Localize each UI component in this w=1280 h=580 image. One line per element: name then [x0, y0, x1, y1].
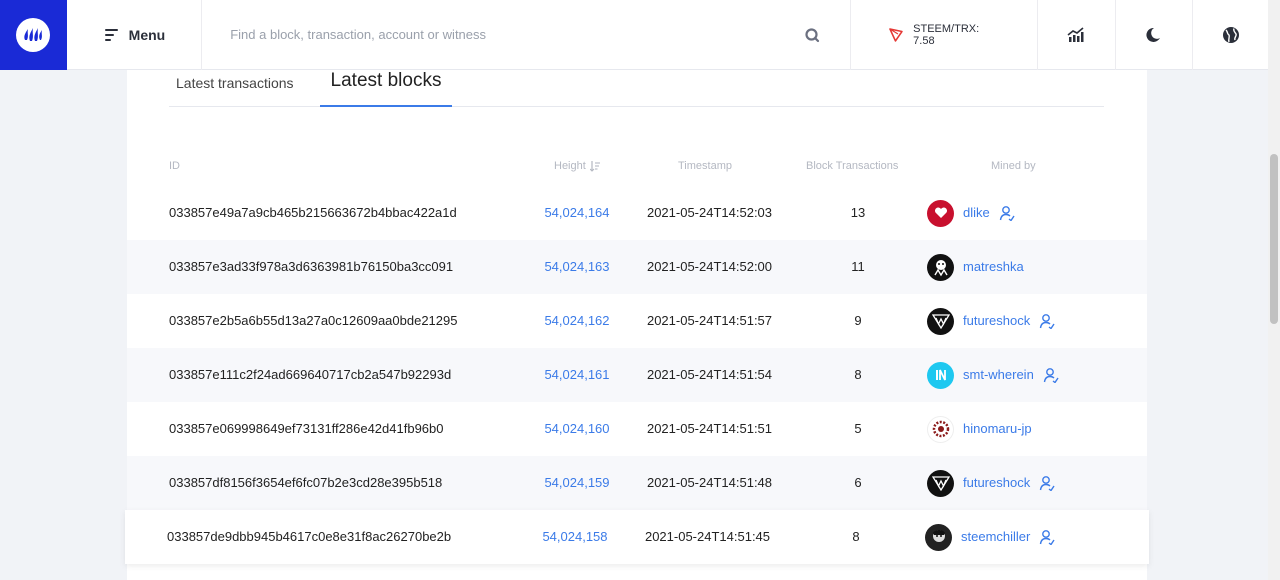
scrollbar-thumb[interactable]: [1270, 154, 1278, 324]
miner-link[interactable]: hinomaru-jp: [963, 402, 1032, 456]
menu-label: Menu: [128, 26, 166, 43]
avatar[interactable]: [927, 199, 954, 227]
avatar[interactable]: [927, 253, 954, 281]
tab-latest-blocks[interactable]: Latest blocks: [320, 70, 452, 107]
avatar[interactable]: [927, 469, 954, 497]
scrollbar[interactable]: [1268, 0, 1280, 580]
block-height-link[interactable]: 54,024,159: [527, 456, 627, 510]
block-height-link[interactable]: 54,024,161: [527, 348, 627, 402]
block-timestamp: 2021-05-24T14:51:51: [646, 421, 773, 436]
block-timestamp: 2021-05-24T14:51:48: [646, 475, 773, 490]
price-label: STEEM/TRX: 7.58: [913, 22, 980, 47]
block-id: 033857df8156f3654ef6fc07b2e3cd28e395b518: [169, 475, 443, 490]
steem-logo[interactable]: [0, 0, 67, 70]
language-button[interactable]: [1193, 0, 1268, 70]
tron-icon: [889, 27, 903, 42]
miner-cell: futureshock: [927, 456, 1127, 510]
header-mined-by: Mined by: [991, 160, 1036, 172]
witness-icon: [1043, 367, 1059, 383]
tab-latest-transactions[interactable]: Latest transactions: [169, 70, 320, 106]
miner-link[interactable]: futureshock: [963, 294, 1030, 348]
tabs: Latest transactions Latest blocks: [169, 70, 1104, 107]
menu-icon: [104, 28, 118, 41]
miner-cell: matreshka: [927, 240, 1127, 294]
chart-button[interactable]: [1038, 0, 1116, 70]
header-id: ID: [169, 160, 180, 172]
block-timestamp: 2021-05-24T14:51:45: [644, 529, 771, 544]
chart-icon: [1067, 26, 1084, 42]
block-timestamp: 2021-05-24T14:52:00: [646, 259, 773, 274]
sort-icon: [589, 160, 600, 172]
moon-icon: [1146, 27, 1161, 42]
block-height-link[interactable]: 54,024,160: [527, 402, 627, 456]
miner-cell: hinomaru-jp: [927, 402, 1127, 456]
block-id: 033857de9dbb945b4617c0e8e31f8ac26270be2b: [167, 529, 452, 544]
globe-icon: [1222, 26, 1239, 43]
table-row: 033857e111c2f24ad669640717cb2a547b92293d…: [127, 348, 1147, 402]
block-tx-count: 8: [852, 529, 860, 544]
miner-cell: dlike: [927, 186, 1127, 240]
witness-icon: [1039, 313, 1055, 329]
header-timestamp: Timestamp: [678, 160, 732, 172]
block-timestamp: 2021-05-24T14:52:03: [646, 205, 773, 220]
block-id: 033857e2b5a6b55d13a27a0c12609aa0bde21295: [169, 313, 458, 328]
avatar[interactable]: [927, 415, 954, 443]
miner-cell: steemchiller: [925, 510, 1125, 564]
block-timestamp: 2021-05-24T14:51:57: [646, 313, 773, 328]
steem-logo-icon: [16, 17, 51, 52]
table-row: 033857de9dbb945b4617c0e8e31f8ac26270be2b…: [125, 510, 1149, 564]
blocks-table-body: 033857e49a7a9cb465b215663672b4bbac422a1d…: [125, 186, 1149, 564]
avatar[interactable]: [925, 523, 952, 551]
table-header: ID Height Timestamp Block Transactions M…: [127, 160, 1147, 176]
top-bar: Menu STEEM/TRX: 7.58: [0, 0, 1268, 70]
search-input[interactable]: [230, 27, 805, 42]
menu-button[interactable]: Menu: [67, 0, 203, 70]
search-icon[interactable]: [804, 27, 820, 43]
miner-link[interactable]: matreshka: [963, 240, 1024, 294]
table-row: 033857e2b5a6b55d13a27a0c12609aa0bde21295…: [127, 294, 1147, 348]
block-id: 033857e111c2f24ad669640717cb2a547b92293d: [169, 367, 452, 382]
block-id: 033857e3ad33f978a3d6363981b76150ba3cc091: [169, 259, 454, 274]
witness-icon: [999, 205, 1015, 221]
header-height[interactable]: Height: [554, 160, 600, 172]
miner-link[interactable]: dlike: [963, 186, 990, 240]
avatar[interactable]: [927, 307, 954, 335]
block-tx-count: 6: [854, 475, 862, 490]
witness-icon: [1039, 475, 1055, 491]
block-tx-count: 11: [851, 259, 865, 274]
block-tx-count: 9: [854, 313, 862, 328]
block-height-link[interactable]: 54,024,162: [527, 294, 627, 348]
price-ticker: STEEM/TRX: 7.58: [851, 0, 1039, 70]
blocks-card: Latest transactions Latest blocks ID Hei…: [125, 70, 1149, 580]
table-row: 033857e3ad33f978a3d6363981b76150ba3cc091…: [127, 240, 1147, 294]
witness-icon: [1039, 529, 1055, 545]
block-tx-count: 5: [854, 421, 862, 436]
block-id: 033857e069998649ef73131ff286e42d41fb96b0: [169, 421, 444, 436]
block-id: 033857e49a7a9cb465b215663672b4bbac422a1d: [169, 205, 457, 220]
block-height-link[interactable]: 54,024,164: [527, 186, 627, 240]
block-tx-count: 13: [850, 205, 866, 220]
miner-link[interactable]: steemchiller: [961, 510, 1030, 564]
miner-link[interactable]: smt-wherein: [963, 348, 1034, 402]
miner-link[interactable]: futureshock: [963, 456, 1030, 510]
table-row: 033857e49a7a9cb465b215663672b4bbac422a1d…: [127, 186, 1147, 240]
miner-cell: smt-wherein: [927, 348, 1127, 402]
miner-cell: futureshock: [927, 294, 1127, 348]
header-block-transactions: Block Transactions: [806, 160, 899, 172]
avatar[interactable]: [927, 361, 954, 389]
search-bar: [202, 0, 852, 70]
block-tx-count: 8: [854, 367, 862, 382]
block-height-link[interactable]: 54,024,158: [525, 510, 625, 564]
table-row: 033857df8156f3654ef6fc07b2e3cd28e395b518…: [127, 456, 1147, 510]
dark-mode-button[interactable]: [1116, 0, 1194, 70]
block-height-link[interactable]: 54,024,163: [527, 240, 627, 294]
table-row: 033857e069998649ef73131ff286e42d41fb96b0…: [127, 402, 1147, 456]
block-timestamp: 2021-05-24T14:51:54: [646, 367, 773, 382]
header-height-label: Height: [554, 160, 586, 172]
